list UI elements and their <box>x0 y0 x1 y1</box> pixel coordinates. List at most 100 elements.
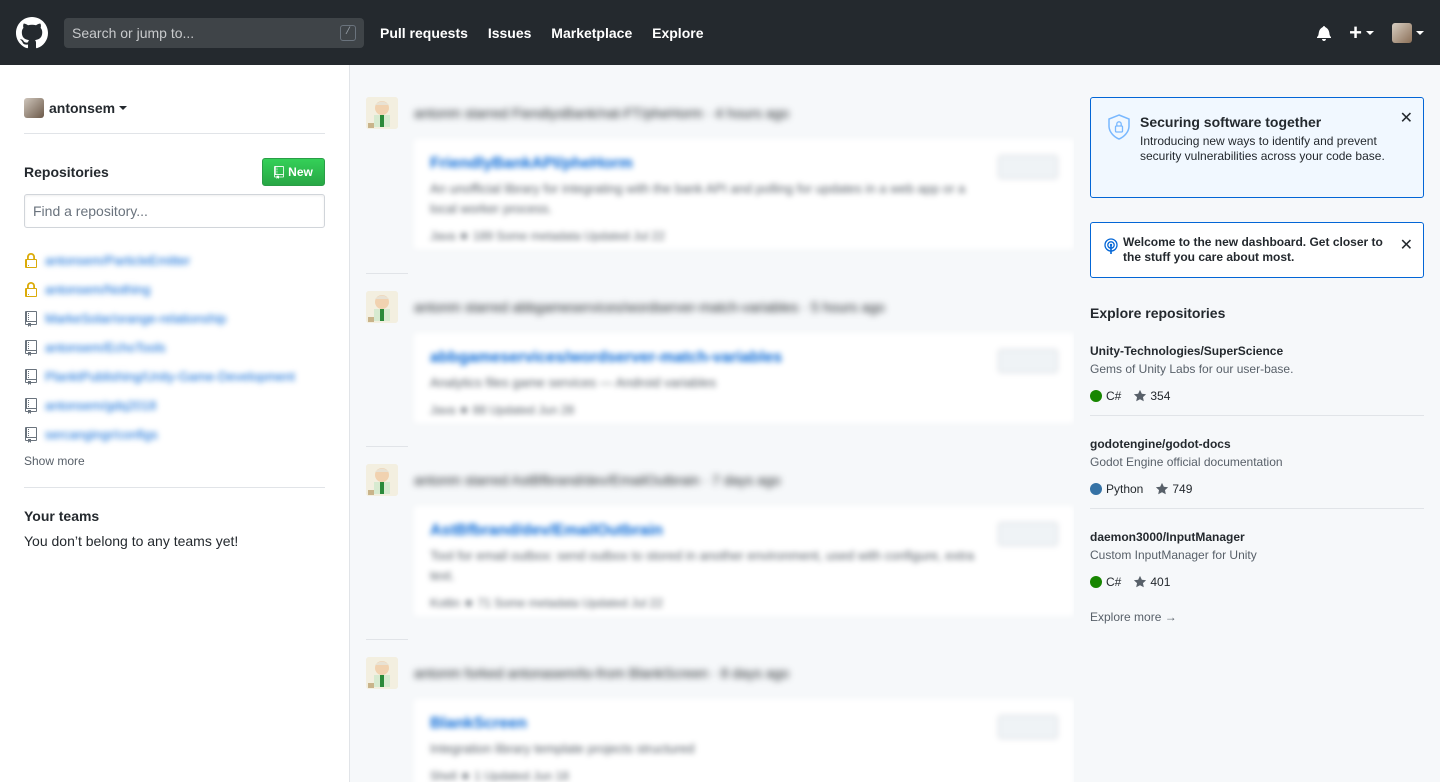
event-repo-description: An unofficial library for integrating wi… <box>430 181 966 216</box>
welcome-notice: Welcome to the new dashboard. Get closer… <box>1090 222 1424 278</box>
list-item[interactable]: antonsem/Nothing <box>24 275 325 304</box>
nav-explore[interactable]: Explore <box>652 25 703 41</box>
event-repo-meta: Java ★ 88 Updated Jun 28 <box>430 403 575 417</box>
event-repo-name[interactable]: BlankScreen <box>430 715 1058 733</box>
slash-shortcut-hint: / <box>340 24 356 41</box>
repo-link[interactable]: antonsem/ParticleEmitter <box>45 253 190 268</box>
repositories-header: Repositories New <box>24 158 325 186</box>
header-actions: + <box>1317 19 1424 45</box>
explore-repo-item: daemon3000/InputManager Custom InputMana… <box>1090 530 1424 589</box>
nav-marketplace[interactable]: Marketplace <box>551 25 632 41</box>
explore-repositories-title: Explore repositories <box>1090 305 1226 321</box>
bell-icon[interactable] <box>1317 25 1332 41</box>
event-repo-description: Integration library template projects st… <box>430 741 695 756</box>
broadcast-icon <box>1103 238 1119 257</box>
star-icon <box>1156 482 1169 495</box>
github-logo-icon[interactable] <box>16 16 48 49</box>
nav-pull-requests[interactable]: Pull requests <box>380 25 468 41</box>
star-button[interactable] <box>998 155 1058 179</box>
new-repository-button[interactable]: New <box>262 158 325 186</box>
close-icon[interactable]: ✕ <box>1400 235 1413 255</box>
new-button-label: New <box>288 165 313 179</box>
event-repo-name[interactable]: AstBfbrand/dev/EmailOutbrain <box>430 522 1058 540</box>
event-repo-description: Analytics files game services — Android … <box>430 375 717 390</box>
list-item[interactable]: sercangingr/configs <box>24 420 325 449</box>
event-repo-description: Tool for email outbox: send outbox to st… <box>430 548 975 583</box>
language-label: C# <box>1106 575 1122 589</box>
notice-text: Welcome to the new dashboard. Get closer… <box>1123 235 1383 264</box>
event-title: antonm starred abbgameservices/wordserve… <box>414 299 885 315</box>
nav-issues[interactable]: Issues <box>488 25 532 41</box>
star-count: 401 <box>1150 575 1171 589</box>
plus-icon: + <box>1349 19 1362 45</box>
avatar[interactable] <box>366 97 398 129</box>
search-input[interactable] <box>72 24 322 41</box>
top-header: / Pull requests Issues Marketplace Explo… <box>0 0 1440 65</box>
event-repo-meta: Shell ★ 1 Updated Jun 18 <box>430 769 569 782</box>
star-button[interactable] <box>998 349 1058 373</box>
explore-repo-meta: C# 401 <box>1090 575 1424 589</box>
repository-list: antonsem/ParticleEmitter antonsem/Nothin… <box>24 246 325 449</box>
language-color-dot <box>1090 390 1102 402</box>
event-repo-name[interactable]: FriendlyBankAPI/pheHorm <box>430 155 1058 173</box>
user-menu-dropdown[interactable] <box>1392 22 1424 43</box>
event-card: FriendlyBankAPI/pheHorm An unofficial li… <box>414 139 1074 249</box>
show-more-link[interactable]: Show more <box>24 454 325 468</box>
explore-repo-name[interactable]: daemon3000/InputManager <box>1090 530 1424 544</box>
chevron-down-icon <box>1416 30 1424 35</box>
repo-link[interactable]: antonsem/EchoTools <box>45 340 166 355</box>
list-item[interactable]: antonsem/ParticleEmitter <box>24 246 325 275</box>
repo-link[interactable]: PlanktPublishing/Unity-Game-Development <box>45 369 295 384</box>
dashboard-sidebar: antonsem Repositories New antonsem/Parti… <box>0 65 350 782</box>
event-card: BlankScreen Integration library template… <box>414 699 1074 782</box>
repo-link[interactable]: sercangingr/configs <box>45 427 158 442</box>
event-card: AstBfbrand/dev/EmailOutbrain Tool for em… <box>414 506 1074 616</box>
stargazers-link[interactable]: 354 <box>1133 389 1170 403</box>
context-username: antonsem <box>49 100 116 116</box>
repo-icon <box>24 426 38 443</box>
language-color-dot <box>1090 576 1102 588</box>
teams-empty-text: You don’t belong to any teams yet! <box>24 533 239 549</box>
divider <box>1090 508 1424 509</box>
stargazers-link[interactable]: 749 <box>1155 482 1192 496</box>
divider <box>366 639 408 640</box>
repo-link[interactable]: MarkeSolar/orange-relationship <box>45 311 226 326</box>
divider <box>366 273 408 274</box>
list-item[interactable]: antonsem/gdq2018 <box>24 391 325 420</box>
repo-icon <box>24 368 38 385</box>
avatar <box>1392 22 1412 43</box>
repo-link[interactable]: antonsem/Nothing <box>45 282 151 297</box>
star-button[interactable] <box>998 715 1058 739</box>
avatar[interactable] <box>366 657 398 689</box>
repositories-title: Repositories <box>24 164 109 180</box>
repo-icon <box>24 310 38 327</box>
explore-repo-name[interactable]: Unity-Technologies/SuperScience <box>1090 344 1424 358</box>
notice-title: Securing software together <box>1140 114 1322 130</box>
explore-repo-meta: Python 749 <box>1090 482 1424 496</box>
repo-link[interactable]: antonsem/gdq2018 <box>45 398 156 413</box>
context-switcher[interactable]: antonsem <box>24 97 325 119</box>
create-new-dropdown[interactable]: + <box>1349 19 1374 45</box>
avatar[interactable] <box>366 291 398 323</box>
security-notice: Securing software together Introducing n… <box>1090 97 1424 198</box>
activity-feed: antonm starred FiendiysBank/nat-FT/pheHo… <box>366 65 1074 782</box>
close-icon[interactable]: ✕ <box>1400 108 1413 128</box>
event-repo-meta: Kotlin ★ 71 Some metadata Updated Jul 22 <box>430 596 663 610</box>
explore-repo-description: Godot Engine official documentation <box>1090 455 1283 469</box>
avatar <box>24 98 44 118</box>
list-item[interactable]: MarkeSolar/orange-relationship <box>24 304 325 333</box>
star-button[interactable] <box>998 522 1058 546</box>
stargazers-link[interactable]: 401 <box>1133 575 1170 589</box>
explore-more-link[interactable]: Explore more → <box>1090 610 1177 624</box>
explore-repo-name[interactable]: godotengine/godot-docs <box>1090 437 1424 451</box>
global-search[interactable]: / <box>64 17 364 48</box>
list-item[interactable]: PlanktPublishing/Unity-Game-Development <box>24 362 325 391</box>
star-count: 749 <box>1172 482 1193 496</box>
divider <box>1090 415 1424 416</box>
avatar[interactable] <box>366 464 398 496</box>
event-repo-name[interactable]: abbgameservices/wordserver-match-variabl… <box>430 349 1058 367</box>
notice-text: Introducing new ways to identify and pre… <box>1140 134 1385 163</box>
list-item[interactable]: antonsem/EchoTools <box>24 333 325 362</box>
star-count: 354 <box>1150 389 1171 403</box>
find-repository-input[interactable] <box>24 194 325 228</box>
